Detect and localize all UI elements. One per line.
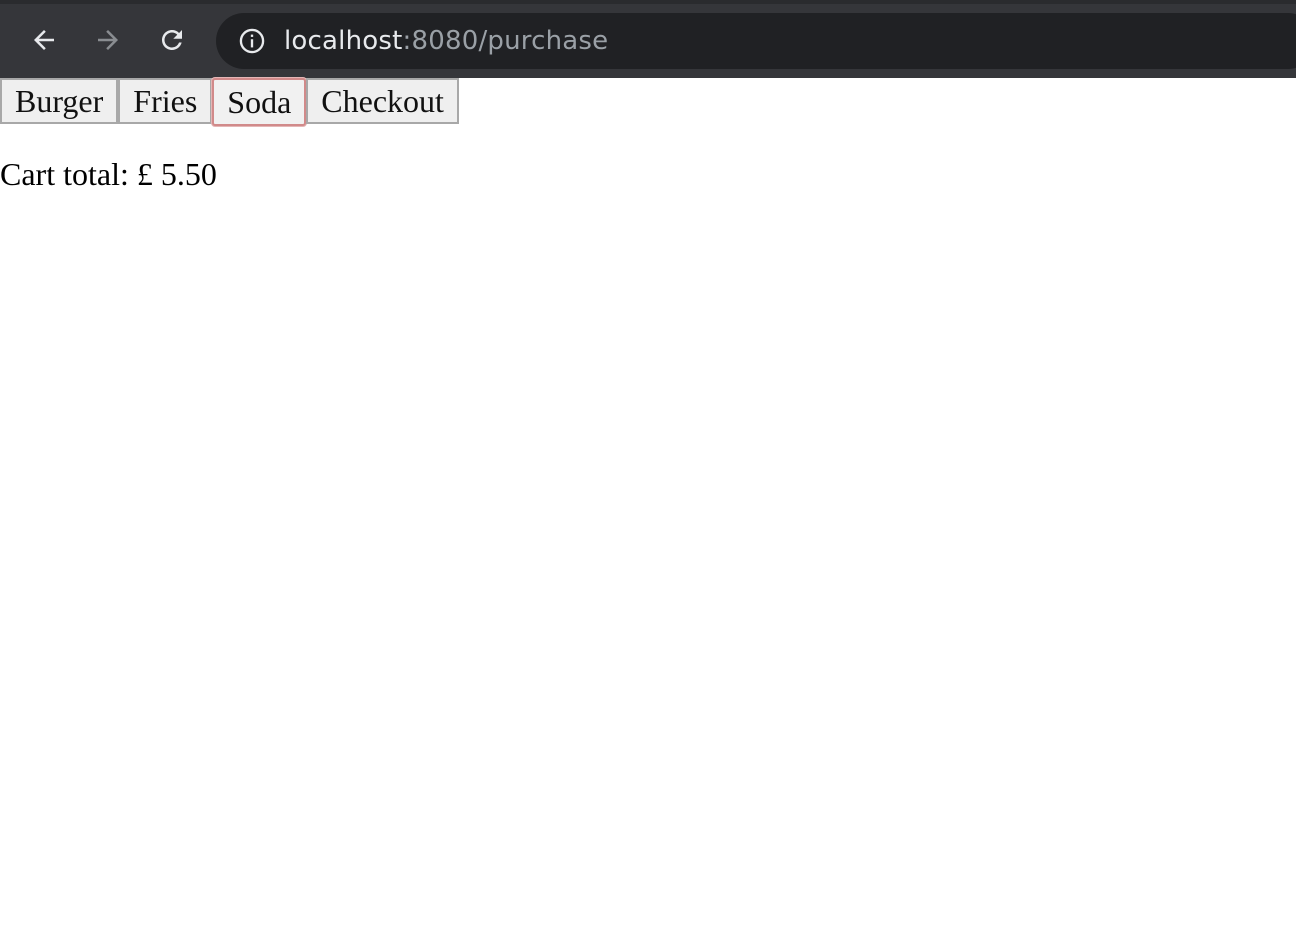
url-path: :8080/purchase (402, 26, 609, 56)
browser-toolbar: localhost:8080/purchase (0, 0, 1296, 78)
item-button-row: Burger Fries Soda Checkout (0, 78, 1296, 126)
url-text[interactable]: localhost:8080/purchase (284, 26, 608, 56)
page-content: Burger Fries Soda Checkout Cart total: £… (0, 78, 1296, 940)
soda-button[interactable]: Soda (212, 78, 307, 126)
forward-button[interactable] (90, 22, 126, 58)
cart-total: Cart total: £ 5.50 (0, 156, 217, 192)
url-host: localhost (284, 26, 403, 56)
back-button[interactable] (26, 22, 62, 58)
reload-icon (162, 30, 182, 50)
back-arrow-icon (34, 30, 54, 50)
forward-arrow-icon (98, 30, 118, 50)
fries-button[interactable]: Fries (118, 78, 213, 124)
reload-button[interactable] (154, 22, 190, 58)
info-icon[interactable] (238, 27, 266, 55)
burger-button[interactable]: Burger (0, 78, 119, 124)
checkout-button[interactable]: Checkout (306, 78, 459, 124)
address-bar[interactable]: localhost:8080/purchase (216, 13, 1296, 69)
